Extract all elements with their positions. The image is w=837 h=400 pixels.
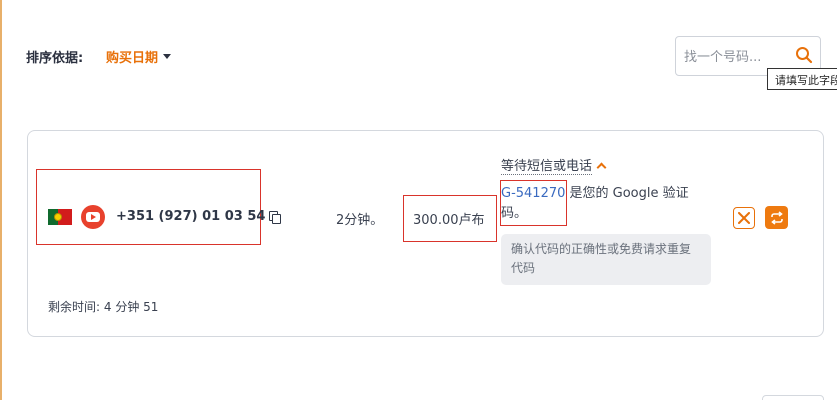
search-input[interactable] <box>684 47 784 67</box>
chevron-up-icon <box>596 162 607 172</box>
highlight-box-phone <box>36 169 261 245</box>
portugal-flag-icon <box>48 209 72 225</box>
youtube-icon <box>81 205 105 229</box>
phone-number-text: +351 (927) 01 03 54 <box>116 209 266 224</box>
repeat-icon <box>770 210 783 225</box>
copy-icon[interactable] <box>269 211 282 224</box>
status-text: 等待短信或电话 <box>501 155 593 175</box>
close-icon <box>738 212 750 224</box>
validation-tooltip: 请填写此字段 <box>767 68 837 90</box>
caret-down-icon <box>163 54 172 59</box>
status-toggle[interactable]: 等待短信或电话 <box>501 155 607 175</box>
search-icon[interactable] <box>795 46 813 64</box>
duration: 2分钟。 <box>336 213 384 228</box>
cancel-button[interactable] <box>733 207 755 229</box>
phone-number[interactable]: +351 (927) 01 03 54 <box>116 209 282 224</box>
repeat-button[interactable] <box>765 206 788 229</box>
sort-value: 购买日期 <box>106 51 159 66</box>
verification-code[interactable]: G-541270 <box>501 186 565 201</box>
left-accent-rule <box>0 0 2 400</box>
time-remaining-label: 剩余时间: <box>48 300 101 314</box>
pagination-box[interactable] <box>762 395 824 400</box>
time-remaining-value: 4 分钟 51 <box>103 300 159 314</box>
time-remaining: 剩余时间: 4 分钟 51 <box>48 298 158 315</box>
sort-label: 排序依据: <box>26 51 84 66</box>
price: 300.00卢布 <box>413 213 485 228</box>
sort-dropdown[interactable]: 购买日期 <box>106 47 172 66</box>
repeat-hint: 确认代码的正确性或免费请求重复代码 <box>501 234 711 285</box>
sms-message: G-541270 是您的 Google 验证码。 <box>501 184 701 224</box>
